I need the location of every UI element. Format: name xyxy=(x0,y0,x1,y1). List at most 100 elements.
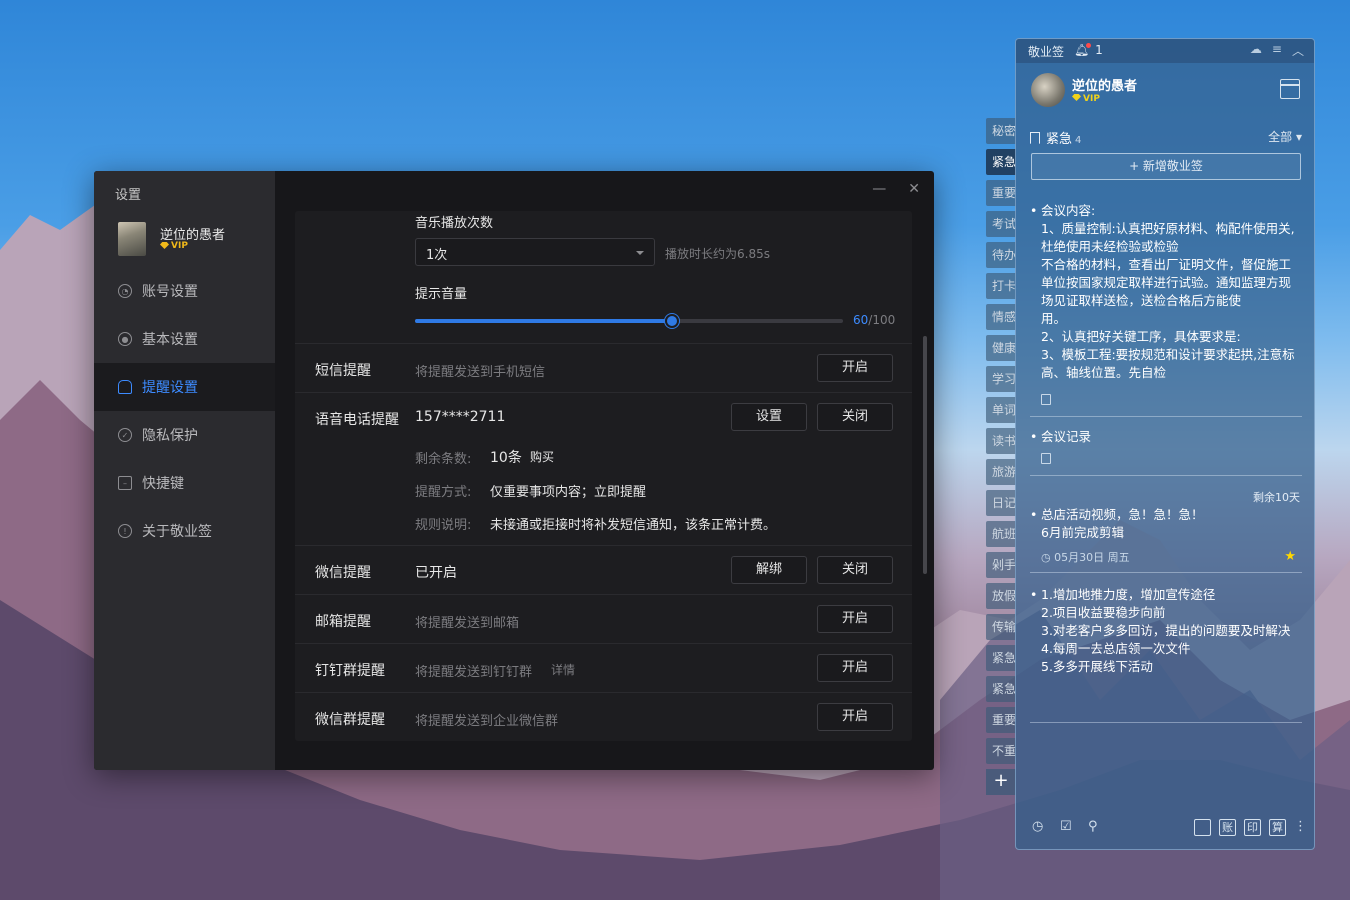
note-item[interactable]: • 会议内容: 1、质量控制:认真把好原材料、构配件使用关,杜绝使用未经检验或检… xyxy=(1030,202,1302,386)
category-tab[interactable]: 情感 xyxy=(986,304,1016,330)
notes-toolbar: ◷ ☑ ⚲ 账 印 算 ⋮ xyxy=(1032,819,1307,837)
filter-dropdown[interactable]: 全部 ▾ xyxy=(1268,128,1302,145)
checklist-icon[interactable]: ☑ xyxy=(1060,819,1072,834)
category-tab[interactable]: 学习 xyxy=(986,366,1016,392)
note-item[interactable]: • 会议记录 xyxy=(1030,428,1302,446)
menu-icon[interactable]: ≡ xyxy=(1272,42,1282,59)
volume-slider-handle[interactable] xyxy=(664,314,679,328)
dingtalk-enable-button[interactable]: 开启 xyxy=(817,654,893,682)
email-enable-button[interactable]: 开启 xyxy=(817,605,893,633)
window-controls: — ✕ xyxy=(872,181,920,197)
print-icon[interactable]: 印 xyxy=(1244,819,1261,836)
diamond-icon xyxy=(160,242,169,249)
category-tab[interactable]: 健康 xyxy=(986,335,1016,361)
notes-titlebar: 敬业签 🔔︎ 1 ☁ ≡ ︿ xyxy=(1016,39,1314,63)
star-icon[interactable]: ★ xyxy=(1284,549,1296,564)
sidebar-item-reminder[interactable]: 提醒设置 xyxy=(94,363,275,411)
sidebar-item-basic[interactable]: ● 基本设置 xyxy=(94,315,275,363)
bullet: • xyxy=(1030,507,1038,522)
dingtalk-reminder-label: 钉钉群提醒 xyxy=(315,663,385,679)
category-tab[interactable]: 紧急 xyxy=(986,645,1016,671)
category-tab[interactable]: 重要 xyxy=(986,707,1016,733)
sidebar-item-about[interactable]: ! 关于敬业签 xyxy=(94,507,275,555)
unread-count: 1 xyxy=(1095,43,1103,57)
settings-menu: ◔ 账号设置 ● 基本设置 提醒设置 ✓ 隐私保护 – 快捷键 ! 关于敬业签 xyxy=(94,267,275,555)
note-text: 会议记录 xyxy=(1041,429,1092,444)
note-text: 会议内容: 1、质量控制:认真把好原材料、构配件使用关,杜绝使用未经检验或检验 … xyxy=(1041,203,1295,380)
sidebar-item-shortcuts[interactable]: – 快捷键 xyxy=(94,459,275,507)
clock-icon[interactable]: ◷ xyxy=(1032,819,1043,834)
category-tab[interactable]: 传输 xyxy=(986,614,1016,640)
account-icon: ◔ xyxy=(118,284,132,298)
minimize-button[interactable]: — xyxy=(872,181,886,197)
add-note-button[interactable]: + 新增敬业签 xyxy=(1031,153,1301,180)
cloud-sync-icon[interactable]: ☁ xyxy=(1250,42,1262,59)
category-tab[interactable]: 考试 xyxy=(986,211,1016,237)
settings-icon: ● xyxy=(118,332,132,346)
wechat-disable-button[interactable]: 关闭 xyxy=(817,556,893,584)
memo-icon[interactable] xyxy=(1194,819,1211,836)
wechat-unbind-button[interactable]: 解绑 xyxy=(731,556,807,584)
sms-reminder-label: 短信提醒 xyxy=(315,363,371,379)
dingtalk-detail-link[interactable]: 详情 xyxy=(551,661,575,678)
voice-disable-button[interactable]: 关闭 xyxy=(817,403,893,431)
volume-slider[interactable] xyxy=(415,314,843,328)
more-icon[interactable]: ⋮ xyxy=(1294,819,1307,834)
account-book-icon[interactable]: 账 xyxy=(1219,819,1236,836)
wecom-enable-button[interactable]: 开启 xyxy=(817,703,893,731)
sms-enable-button[interactable]: 开启 xyxy=(817,354,893,382)
close-button[interactable]: ✕ xyxy=(908,181,920,197)
wechat-reminder-label: 微信提醒 xyxy=(315,565,371,581)
music-count-select[interactable]: 1次 xyxy=(415,238,655,266)
voice-settings-button[interactable]: 设置 xyxy=(731,403,807,431)
divider xyxy=(295,545,912,546)
category-tab[interactable]: 日记 xyxy=(986,490,1016,516)
note-date: ◷ 05月30日 周五 xyxy=(1041,551,1130,564)
category-tab[interactable]: 重要 xyxy=(986,180,1016,206)
chevron-down-icon xyxy=(636,251,644,255)
category-tab[interactable]: 放假 xyxy=(986,583,1016,609)
divider xyxy=(295,692,912,693)
mode-value: 仅重要事项内容；立即提醒 xyxy=(490,485,647,500)
avatar xyxy=(118,222,146,256)
music-count-label: 音乐播放次数 xyxy=(415,216,494,231)
category-tab[interactable]: 航班 xyxy=(986,521,1016,547)
category-tab[interactable]: 待办 xyxy=(986,242,1016,268)
info-icon: ! xyxy=(118,524,132,538)
category-tab[interactable]: 旅游 xyxy=(986,459,1016,485)
category-tab[interactable]: 不重 xyxy=(986,738,1016,764)
sms-reminder-desc: 将提醒发送到手机短信 xyxy=(415,365,546,380)
settings-scrollbar[interactable] xyxy=(923,336,927,574)
category-tab[interactable]: 紧急 xyxy=(986,676,1016,702)
note-item[interactable]: • 总店活动视频，急！急！急！ 6月前完成剪辑 xyxy=(1030,506,1302,542)
rule-value: 未接通或拒接时将补发短信通知，该条正常计费。 xyxy=(490,518,777,533)
sidebar-item-privacy[interactable]: ✓ 隐私保护 xyxy=(94,411,275,459)
remaining-days-badge: 剩余10天 xyxy=(1253,491,1300,504)
category-tab[interactable]: 单词 xyxy=(986,397,1016,423)
sidebar-user[interactable]: 逆位的愚者 VIP xyxy=(118,222,268,258)
clock-icon: ◷ xyxy=(1041,551,1055,564)
bullet: • xyxy=(1030,203,1038,218)
category-tab[interactable]: 紧急 xyxy=(986,149,1016,175)
category-tab[interactable]: 读书 xyxy=(986,428,1016,454)
lock-icon xyxy=(1041,394,1051,405)
notes-user-name: 逆位的愚者 xyxy=(1072,79,1138,94)
bell-icon xyxy=(118,380,132,394)
search-icon[interactable]: ⚲ xyxy=(1088,819,1098,834)
category-tab[interactable]: 剁手 xyxy=(986,552,1016,578)
calculator-icon[interactable]: 算 xyxy=(1269,819,1286,836)
calendar-icon[interactable] xyxy=(1280,79,1300,99)
avatar[interactable] xyxy=(1031,73,1065,107)
sidebar-item-account[interactable]: ◔ 账号设置 xyxy=(94,267,275,315)
duration-hint: 播放时长约为6.85s xyxy=(665,247,770,261)
collapse-icon[interactable]: ︿ xyxy=(1292,42,1304,59)
add-category-button[interactable]: + xyxy=(986,769,1016,795)
category-tab[interactable]: 秘密 xyxy=(986,118,1016,144)
mode-key: 提醒方式: xyxy=(415,485,472,500)
note-item[interactable]: • 1.增加地推力度，增加宣传途径 2.项目收益要稳步向前 3.对老客户多多回访… xyxy=(1030,586,1302,676)
category-tab[interactable]: 打卡 xyxy=(986,273,1016,299)
buy-link[interactable]: 购买 xyxy=(530,448,554,465)
note-category-tabs: 秘密 紧急 重要 考试 待办 打卡 情感 健康 学习 单词 读书 旅游 日记 航班 剁手 放假 传输 紧急 紧急 重要… xyxy=(986,118,1016,795)
volume-slider-fill xyxy=(415,319,672,323)
notification-button[interactable]: 🔔︎ 1 xyxy=(1074,43,1103,57)
